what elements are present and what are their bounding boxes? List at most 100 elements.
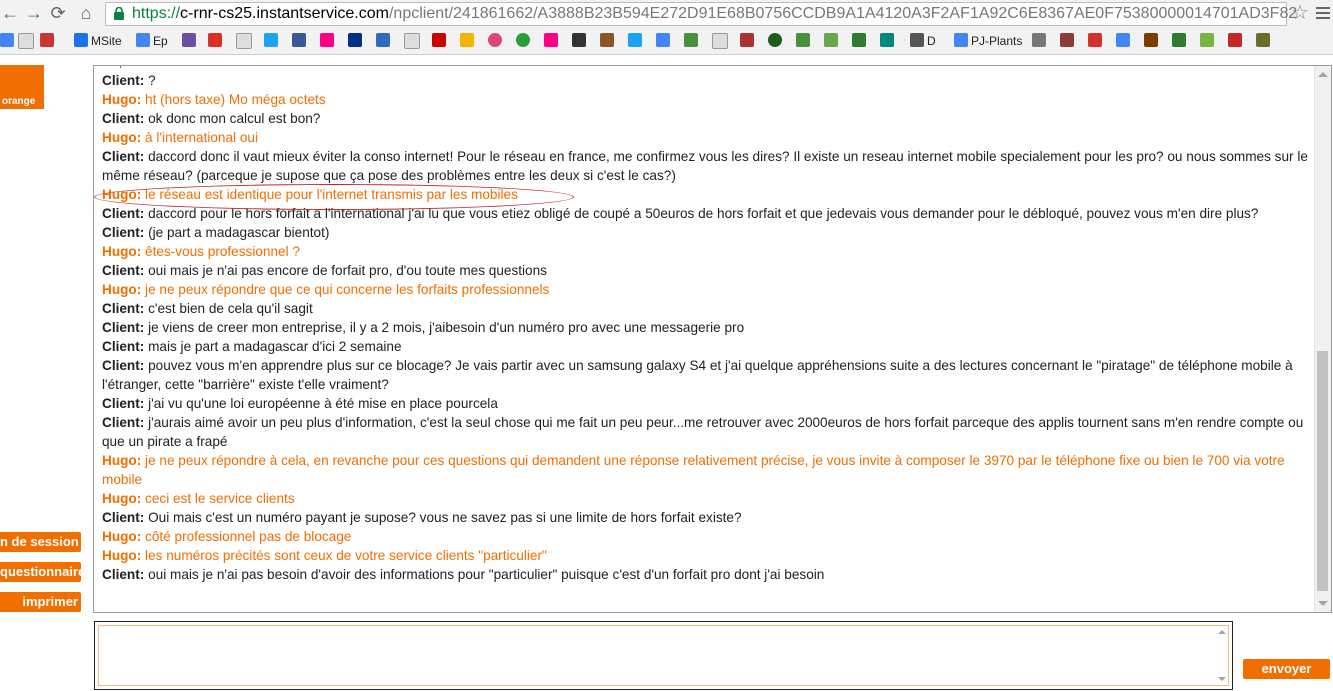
address-bar[interactable]: https://c-rnr-cs25.instantservice.com/np…: [105, 2, 1297, 26]
gmail-icon[interactable]: [208, 33, 225, 49]
chat-transcript: - - , - - - - - -Client: ?Hugo: ht (hors…: [93, 65, 1332, 613]
bookmark-icon[interactable]: [796, 33, 813, 49]
home-icon[interactable]: ⌂: [76, 3, 96, 23]
message-speaker: Hugo:: [102, 548, 142, 563]
flickr-icon[interactable]: [320, 33, 337, 49]
bookmark-icon[interactable]: [544, 33, 561, 49]
message-text: à l'international oui: [145, 130, 258, 145]
message-text: je ne peux répondre que ce qui concerne …: [145, 282, 550, 297]
page-icon[interactable]: [18, 33, 37, 49]
agent-message: Hugo: côté professionnel pas de blocage: [102, 527, 1314, 546]
agent-message: Hugo: les numéros précités sont ceux de …: [102, 546, 1314, 565]
client-message: Client: mais je part a madagascar d'ici …: [102, 337, 1314, 356]
bookmark-icon[interactable]: [1088, 33, 1105, 49]
questionnaire-button[interactable]: questionnaire: [0, 562, 81, 582]
message-text: c'est bien de cela qu'il sagit: [148, 301, 313, 316]
bookmark-icon[interactable]: [684, 33, 701, 49]
message-text: j'aurais aimé avoir un peu plus d'inform…: [102, 415, 1304, 449]
bookmark-icon[interactable]: [432, 33, 449, 49]
client-message: Client: oui mais je n'ai pas encore de f…: [102, 261, 1314, 280]
message-text: oui mais je n'ai pas besoin d'avoir des …: [148, 567, 825, 582]
bookmark-icon[interactable]: [1060, 33, 1077, 49]
bookmark-msite[interactable]: MSite: [74, 33, 122, 49]
message-speaker: Hugo:: [102, 491, 142, 506]
bookmark-d[interactable]: D: [910, 33, 936, 49]
message-speaker: Client:: [102, 73, 145, 88]
bookmark-icon[interactable]: [852, 33, 869, 49]
message-speaker: Hugo:: [102, 244, 142, 259]
end-session-button[interactable]: n de session: [0, 532, 81, 552]
scroll-thumb[interactable]: [1317, 351, 1328, 591]
client-message: Client: ?: [102, 71, 1314, 90]
extension-icon[interactable]: [40, 33, 57, 49]
client-message: Client: daccord donc il vaut mieux évite…: [102, 147, 1314, 185]
scroll-down-icon[interactable]: [1318, 601, 1328, 606]
message-text: ok donc mon calcul est bon?: [148, 111, 321, 126]
bookmark-icon[interactable]: [880, 33, 897, 49]
message-text: ceci est le service clients: [145, 491, 295, 506]
bookmark-icon[interactable]: [1256, 33, 1273, 49]
agent-message: Hugo: je ne peux répondre que ce qui con…: [102, 280, 1314, 299]
message-speaker: Client:: [102, 396, 145, 411]
bookmark-icon[interactable]: [740, 33, 757, 49]
twitter-icon[interactable]: [264, 33, 281, 49]
message-speaker: Client:: [102, 301, 145, 316]
client-message: Client: Oui mais c'est un numéro payant …: [102, 508, 1314, 527]
bookmark-icon[interactable]: [376, 33, 393, 49]
bookmark-icon[interactable]: [628, 33, 645, 49]
scroll-up-icon[interactable]: [1218, 630, 1226, 634]
bookmark-icon[interactable]: [488, 33, 505, 49]
reload-icon[interactable]: ⟳: [48, 3, 68, 23]
transcript-scrollbar[interactable]: [1314, 66, 1331, 612]
menu-icon[interactable]: [1316, 4, 1330, 20]
bookmarks-bar: MSite Ep D PJ-Plants: [0, 28, 1333, 55]
bookmark-icon[interactable]: [1032, 33, 1049, 49]
paypal-icon[interactable]: [348, 33, 365, 49]
bookmark-icon[interactable]: [1116, 33, 1133, 49]
client-message: Client: ok donc mon calcul est bon?: [102, 109, 1314, 128]
message-speaker: Client:: [102, 111, 145, 126]
page-icon[interactable]: [712, 33, 731, 49]
print-button[interactable]: imprimer: [0, 592, 81, 612]
agent-message: Hugo: à l'international oui: [102, 128, 1314, 147]
bookmark-icon[interactable]: [404, 33, 423, 49]
agent-message: Hugo: ht (hors taxe) Mo méga octets: [102, 90, 1314, 109]
bookmark-star-icon[interactable]: ☆: [1289, 2, 1311, 24]
message-text: ht (hors taxe) Mo méga octets: [145, 92, 326, 107]
bookmark-icon[interactable]: [656, 33, 673, 49]
mail-icon[interactable]: [182, 33, 199, 49]
agent-message: Hugo: je ne peux répondre à cela, en rev…: [102, 451, 1314, 489]
client-message: Client: (je part a madagascar bientot): [102, 223, 1314, 242]
page-icon[interactable]: [236, 33, 255, 49]
bookmark-icon[interactable]: [824, 33, 841, 49]
send-button[interactable]: envoyer: [1243, 659, 1330, 679]
back-icon[interactable]: ←: [0, 3, 20, 23]
forward-icon[interactable]: →: [24, 3, 44, 23]
bookmark-icon[interactable]: [572, 33, 589, 49]
bookmark-icon[interactable]: [1144, 33, 1161, 49]
bookmark-icon[interactable]: [460, 33, 477, 49]
message-text: - - , - - - - - -: [102, 66, 172, 69]
client-message: Client: j'aurais aimé avoir un peu plus …: [102, 413, 1314, 451]
bookmark-ep[interactable]: Ep: [136, 33, 168, 49]
facebook-icon[interactable]: [292, 33, 309, 49]
bookmark-icon[interactable]: [0, 33, 17, 49]
scroll-up-icon[interactable]: [1318, 72, 1328, 77]
bookmark-icon[interactable]: [600, 33, 617, 49]
bookmark-icon[interactable]: [1228, 33, 1245, 49]
bookmark-icon[interactable]: [1200, 33, 1217, 49]
orange-logo: orange: [0, 65, 44, 109]
bookmark-pj-plants[interactable]: PJ-Plants: [954, 33, 1022, 49]
bookmark-icon[interactable]: [516, 33, 533, 49]
message-text: êtes-vous professionnel ?: [145, 244, 300, 259]
message-text: je viens de creer mon entreprise, il y a…: [148, 320, 745, 335]
bookmark-icon[interactable]: [1172, 33, 1189, 49]
bookmark-icon[interactable]: [768, 33, 785, 49]
client-message: Client: oui mais je n'ai pas besoin d'av…: [102, 565, 1314, 584]
message-speaker: Client:: [102, 320, 145, 335]
message-input[interactable]: [98, 625, 1229, 686]
message-speaker: Client:: [102, 415, 145, 430]
message-speaker: Client:: [102, 510, 145, 525]
scroll-down-icon[interactable]: [1218, 677, 1226, 681]
message-speaker: Client:: [102, 567, 145, 582]
